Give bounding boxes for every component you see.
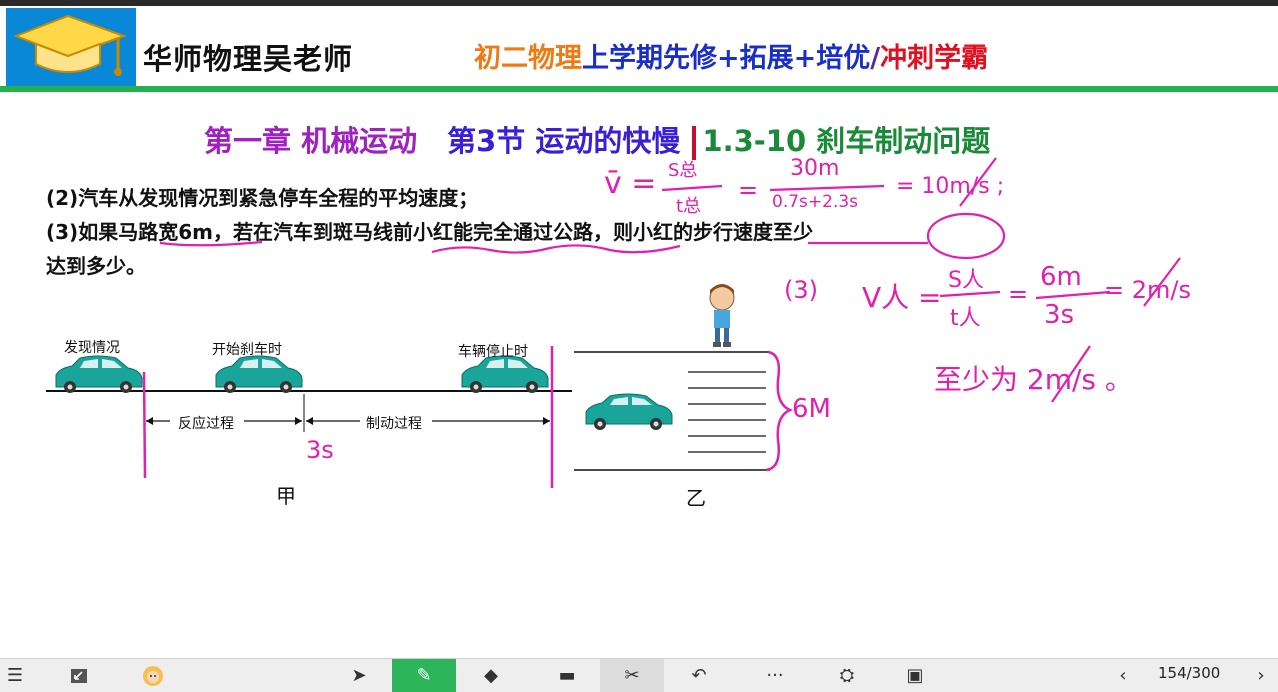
ink-eq2-result: = 2m/s	[1104, 276, 1191, 304]
ink-eq1-result: = 10m/s ;	[896, 174, 1005, 199]
minimize-icon[interactable]	[62, 659, 96, 692]
pen-icon[interactable]: ✎	[392, 659, 456, 692]
label-jia: 甲	[276, 484, 296, 508]
ink-eq1-num1: S总	[668, 160, 698, 181]
car-stopped-icon	[461, 355, 549, 393]
ink-eq1-eq: =	[738, 176, 759, 204]
ink-eq2-num2: 6m	[1040, 262, 1082, 292]
ink-eq1-den2: 0.7s+2.3s	[772, 192, 859, 212]
pedestrian-xiaohong-icon	[709, 284, 735, 347]
ink-width-6m: 6M	[792, 394, 831, 424]
label-brake-start: 开始刹车时	[212, 342, 282, 358]
ink-eq2-eq: =	[1008, 280, 1029, 308]
stamp-icon[interactable]: ⛭	[828, 659, 866, 692]
label-braking: 制动过程	[366, 416, 422, 432]
diagram-canvas	[46, 157, 1181, 488]
next-icon[interactable]: ›	[1248, 659, 1274, 692]
screen-icon[interactable]: ▬	[548, 659, 586, 692]
ink-eq1-lhs: v̄ =	[604, 166, 657, 201]
ink-eq2-lhs: V人 =	[862, 281, 942, 314]
undo-icon[interactable]: ↶	[680, 659, 718, 692]
ink-eq1-den1: t总	[676, 196, 702, 217]
ink-eq1-num2: 30m	[790, 156, 840, 181]
ink-eq2-label: (3)	[784, 276, 818, 304]
prev-icon[interactable]: ‹	[1110, 659, 1136, 692]
car-brake-start-icon	[215, 355, 303, 393]
car-found-icon	[55, 355, 143, 393]
ink-conclusion: 至少为 2m/s 。	[934, 363, 1133, 396]
label-found: 发现情况	[64, 340, 120, 356]
window-icon[interactable]: ▣	[896, 659, 934, 692]
page-indicator: 154/300	[1158, 664, 1221, 682]
ink-eq2-den2: 3s	[1044, 300, 1075, 330]
presentation-toolbar: ☰ ➤ ✎ ◆ ▬ ✂ ↶ ··· ⛭ ▣ ‹ ›	[0, 658, 1278, 692]
label-yi: 乙	[686, 486, 706, 510]
slide-frame: 华师物理吴老师 初二物理上学期先修+拓展+培优/冲刺学霸 第一章 机械运动 第3节…	[0, 0, 1278, 692]
ink-eq2-num1: S人	[948, 268, 984, 293]
more-icon[interactable]: ···	[756, 659, 794, 692]
label-stop: 车辆停止时	[458, 344, 528, 360]
eraser-icon[interactable]: ◆	[472, 659, 510, 692]
scissors-icon[interactable]: ✂	[600, 659, 664, 692]
ink-time-3s: 3s	[306, 436, 334, 464]
zebra-crossing	[688, 371, 766, 453]
pointer-icon[interactable]: ➤	[340, 659, 378, 692]
label-reaction: 反应过程	[178, 416, 234, 432]
car-approaching-icon	[585, 393, 673, 430]
menu-icon[interactable]: ☰	[0, 659, 30, 692]
ink-eq2-den1: t人	[950, 306, 981, 331]
avatar-icon[interactable]	[136, 659, 170, 692]
